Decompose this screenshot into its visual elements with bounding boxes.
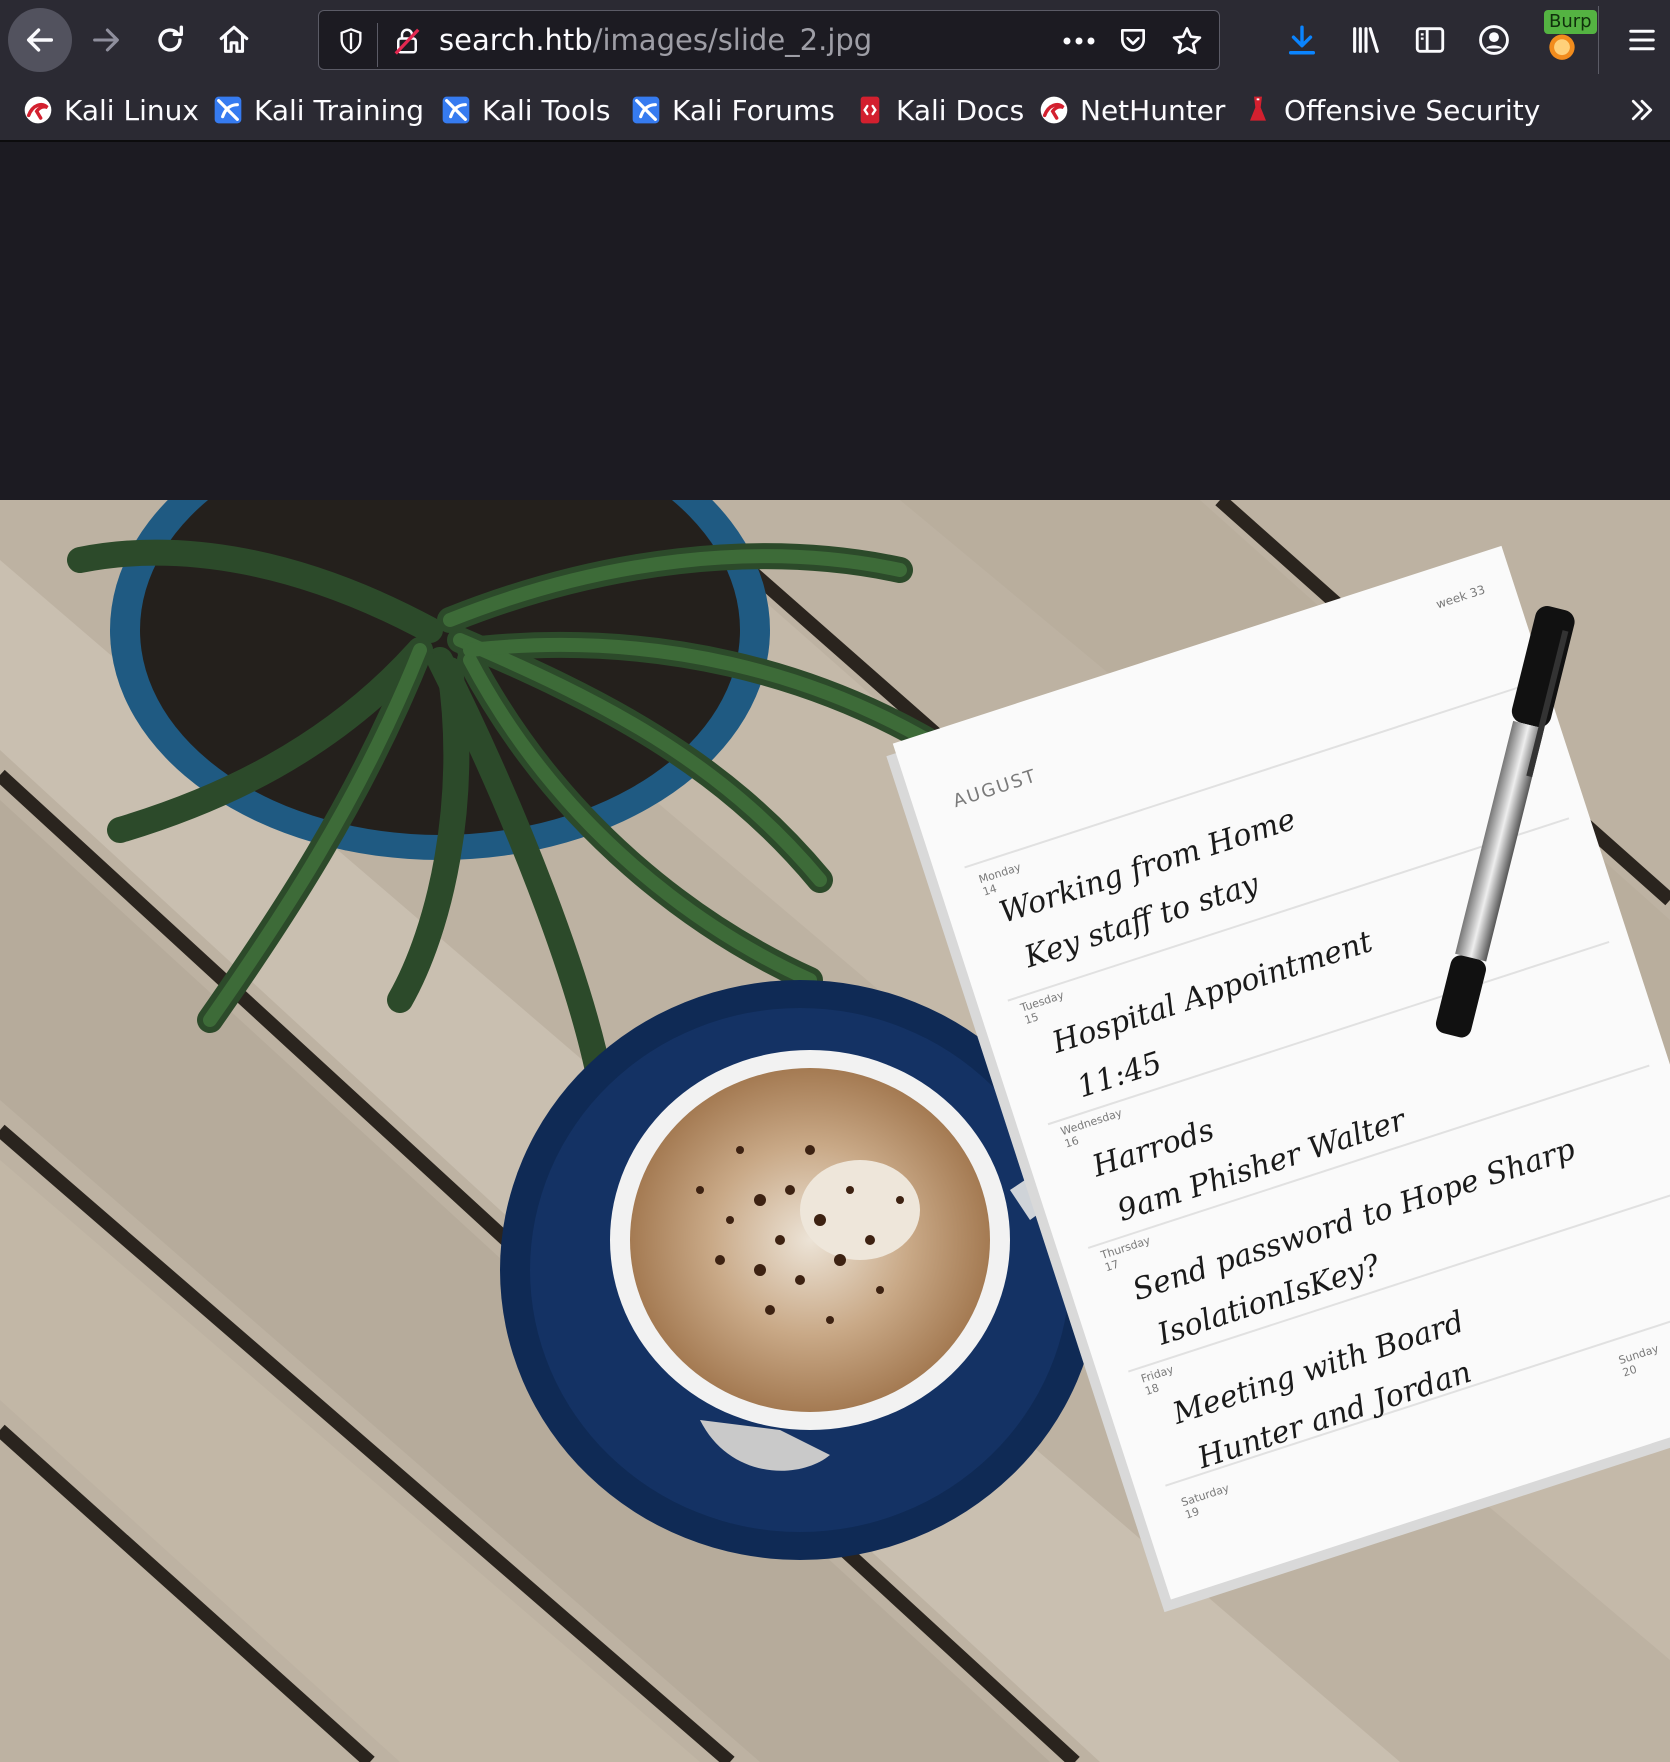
bookmarks-toolbar: Kali Linux Kali Training Kali Tools Kali…	[0, 80, 1670, 142]
forward-button[interactable]	[74, 8, 138, 72]
bookmark-kali-tools[interactable]: Kali Tools	[440, 80, 610, 140]
bookmarks-overflow-icon[interactable]	[1620, 90, 1664, 130]
bookmark-label: Offensive Security	[1284, 93, 1541, 127]
url-host: search.htb	[439, 23, 593, 57]
account-icon[interactable]	[1474, 20, 1514, 60]
toolbar-divider	[1598, 6, 1599, 74]
bookmark-kali-docs[interactable]: Kali Docs	[854, 80, 1024, 140]
reload-icon	[158, 25, 184, 52]
kali-dragon-icon	[24, 96, 52, 124]
url-path: /images/slide_2.jpg	[592, 23, 873, 57]
kali-dragon-icon	[1040, 96, 1068, 124]
url-bar[interactable]: search.htb/images/slide_2.jpg	[318, 10, 1220, 70]
url-text[interactable]: search.htb/images/slide_2.jpg	[439, 11, 872, 69]
bookmark-label: Kali Tools	[482, 93, 611, 127]
kali-blue-icon	[632, 96, 660, 124]
library-icon[interactable]	[1346, 20, 1386, 60]
bookmark-label: Kali Forums	[672, 93, 835, 127]
bookmark-kali-training[interactable]: Kali Training	[212, 80, 424, 140]
pocket-icon[interactable]	[1113, 21, 1153, 61]
image-viewer: AUGUST week 33 Monday 14 Working from Ho…	[0, 142, 1670, 1762]
offsec-icon	[1250, 96, 1266, 121]
bookmark-label: Kali Training	[254, 93, 424, 127]
kali-docs-icon	[860, 96, 880, 124]
arrow-right-icon	[93, 28, 119, 52]
bookmark-label: NetHunter	[1080, 93, 1226, 127]
bookmark-label: Kali Docs	[896, 93, 1025, 127]
desk-photo: AUGUST week 33 Monday 14 Working from Ho…	[0, 500, 1670, 1762]
bookmark-kali-forums[interactable]: Kali Forums	[630, 80, 835, 140]
star-bookmark-icon[interactable]	[1167, 21, 1207, 61]
bookmark-kali-linux[interactable]: Kali Linux	[22, 80, 199, 140]
bookmark-offensive-security[interactable]: Offensive Security	[1242, 80, 1540, 140]
kali-blue-icon	[442, 96, 470, 124]
hamburger-menu-icon[interactable]	[1622, 20, 1662, 60]
burp-badge: Burp	[1544, 10, 1597, 34]
browser-toolbar: search.htb/images/slide_2.jpg Burp	[0, 0, 1670, 80]
bookmark-label: Kali Linux	[64, 93, 199, 127]
shield-icon[interactable]	[333, 23, 369, 59]
slide-image[interactable]: AUGUST week 33 Monday 14 Working from Ho…	[0, 500, 1670, 1762]
insecure-lock-icon[interactable]	[389, 23, 425, 59]
kali-blue-icon	[214, 96, 242, 124]
reload-button[interactable]	[138, 8, 202, 72]
back-button[interactable]	[8, 8, 72, 72]
page-actions-icon[interactable]	[1059, 23, 1099, 59]
download-icon[interactable]	[1282, 20, 1322, 60]
sidebar-icon[interactable]	[1410, 20, 1450, 60]
urlbar-separator	[377, 23, 378, 67]
arrow-left-icon	[26, 28, 54, 52]
home-button[interactable]	[202, 8, 266, 72]
home-icon	[219, 25, 249, 53]
bookmark-nethunter[interactable]: NetHunter	[1038, 80, 1225, 140]
